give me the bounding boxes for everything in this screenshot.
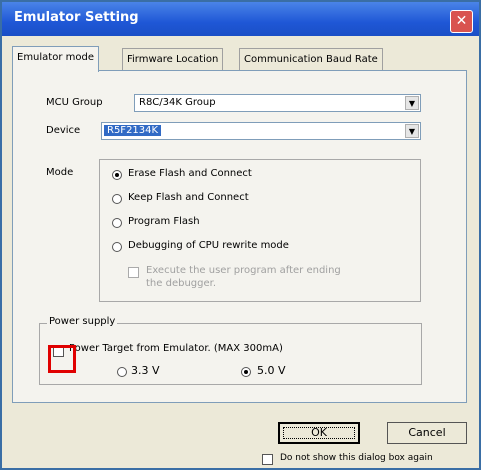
execute-after-debugger-label-line2: the debugger. [146, 278, 216, 289]
power-target-label[interactable]: Power Target from Emulator. (MAX 300mA) [69, 343, 283, 354]
chevron-down-icon[interactable]: ▼ [405, 96, 419, 110]
focus-rectangle [283, 427, 355, 439]
radio-keep-flash-label[interactable]: Keep Flash and Connect [128, 192, 249, 203]
power-supply-group [39, 323, 422, 385]
radio-keep-flash[interactable] [112, 194, 122, 204]
radio-voltage-3-3-label[interactable]: 3.3 V [131, 364, 160, 377]
radio-cpu-rewrite-mode[interactable] [112, 242, 122, 252]
radio-program-flash[interactable] [112, 218, 122, 228]
tab-emulator-mode[interactable]: Emulator mode [12, 46, 99, 72]
cancel-button[interactable]: Cancel [387, 422, 467, 444]
mcu-group-label: MCU Group [46, 97, 103, 108]
power-supply-legend: Power supply [47, 316, 118, 327]
radio-voltage-5-0-label[interactable]: 5.0 V [257, 364, 286, 377]
title-bar[interactable]: Emulator Setting ✕ [2, 2, 479, 36]
radio-cpu-rewrite-mode-label[interactable]: Debugging of CPU rewrite mode [128, 240, 289, 251]
radio-voltage-3-3[interactable] [117, 367, 127, 377]
execute-after-debugger-label-line1: Execute the user program after ending [146, 265, 341, 276]
radio-erase-flash[interactable] [112, 170, 122, 180]
highlight-box [48, 345, 76, 373]
dont-show-again-checkbox[interactable] [262, 454, 273, 465]
ok-button[interactable]: OK [278, 422, 360, 444]
radio-voltage-5-0[interactable] [241, 367, 251, 377]
tab-panel-emulator-mode: MCU Group R8C/34K Group ▼ Device R5F2134… [12, 70, 467, 403]
cancel-button-label: Cancel [408, 426, 446, 439]
radio-program-flash-label[interactable]: Program Flash [128, 216, 200, 227]
device-label: Device [46, 125, 81, 136]
dialog-title: Emulator Setting [14, 10, 139, 25]
device-value: R5F2134K [104, 125, 162, 136]
device-select[interactable]: R5F2134K ▼ [101, 122, 421, 140]
mode-group: Erase Flash and Connect Keep Flash and C… [99, 159, 421, 302]
dont-show-again-label[interactable]: Do not show this dialog box again [280, 453, 433, 463]
emulator-setting-dialog: Emulator Setting ✕ Emulator mode Firmwar… [0, 0, 481, 470]
mode-label: Mode [46, 167, 74, 178]
tab-firmware-location[interactable]: Firmware Location [122, 48, 224, 71]
radio-erase-flash-label[interactable]: Erase Flash and Connect [128, 168, 252, 179]
tab-communication-baud-rate[interactable]: Communication Baud Rate [239, 48, 383, 71]
close-icon[interactable]: ✕ [450, 10, 473, 33]
mcu-group-value: R8C/34K Group [139, 97, 216, 108]
execute-after-debugger-checkbox[interactable] [128, 267, 139, 278]
chevron-down-icon[interactable]: ▼ [405, 124, 419, 138]
mcu-group-select[interactable]: R8C/34K Group ▼ [134, 94, 421, 112]
